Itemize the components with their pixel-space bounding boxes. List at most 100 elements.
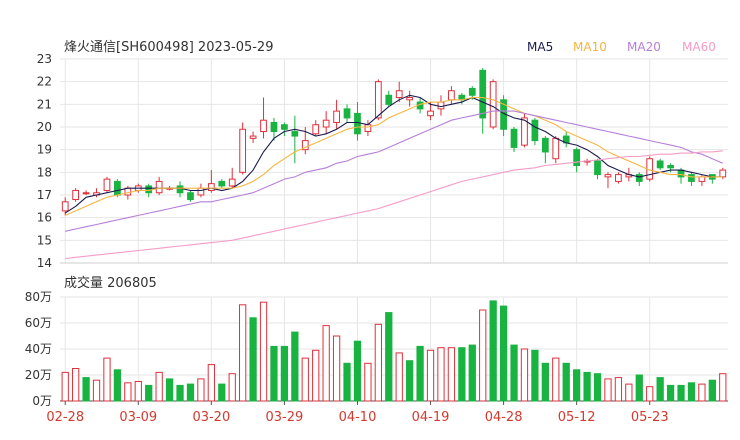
candle-body-down [573, 149, 581, 167]
candle [281, 122, 288, 137]
candle-body-down [468, 87, 476, 96]
volume-tick-label: 40万 [25, 342, 52, 356]
candle [239, 122, 247, 175]
date-tick-label: 05-12 [558, 410, 596, 425]
price-tick-label: 14 [37, 256, 52, 270]
candle-body-up [698, 176, 706, 182]
candle-body-up [427, 110, 434, 117]
candle-body-up [72, 189, 80, 201]
candle-body-up [260, 119, 267, 133]
volume-bar-down [468, 344, 476, 402]
candle [615, 172, 622, 184]
volume-bar-up [197, 378, 205, 402]
candle [437, 95, 445, 116]
candle-body-up [124, 187, 132, 196]
volume-tick-label: 80万 [25, 290, 52, 304]
volume-bar-up [520, 348, 529, 402]
candle-body-down [218, 180, 226, 187]
volume-bar-up [134, 381, 142, 402]
volume-bar-down [353, 340, 362, 402]
candle-body-up [719, 169, 727, 178]
volume-bar-down [489, 300, 497, 402]
volume-bar-down [416, 345, 424, 402]
volume-bar-down [82, 377, 90, 402]
legend-ma60: MA60 [682, 40, 716, 54]
volume-bar-up [61, 371, 69, 402]
candle [635, 172, 643, 186]
price-tick-label: 16 [37, 211, 52, 225]
candle-body-up [489, 81, 497, 128]
volume-bars [61, 300, 727, 402]
candle [489, 79, 497, 130]
volume-bar-up [92, 379, 101, 402]
volume-bar-down [541, 362, 549, 402]
candle [541, 136, 549, 164]
candle [155, 176, 163, 195]
candle [552, 136, 560, 164]
moving-average-lines [64, 94, 724, 260]
volume-bar-down [708, 379, 716, 402]
candle-body-up [228, 178, 236, 187]
volume-bar-down [113, 369, 122, 402]
volume-tick-label: 60万 [25, 316, 52, 330]
price-tick-label: 18 [37, 165, 52, 179]
candle-body-up [374, 81, 382, 119]
volume-bar-up [625, 383, 633, 402]
volume-bar-down [165, 378, 174, 402]
volume-bar-up [426, 349, 435, 402]
candle [583, 158, 591, 166]
volume-bar-up [124, 382, 132, 402]
price-tick-label: 17 [37, 188, 52, 202]
candle-body-up [103, 178, 111, 191]
candle [249, 131, 257, 143]
candle-body-up [615, 174, 622, 182]
candle-body-up [406, 97, 414, 101]
candle [594, 158, 601, 180]
candle [72, 188, 80, 202]
volume-bar-down [677, 384, 685, 402]
candle [448, 86, 455, 105]
volume-bar-up [552, 357, 560, 402]
candle-body-down [385, 94, 393, 105]
ma-legend: MA5 MA10 MA20 MA60 [527, 40, 716, 54]
volume-bar-down [145, 384, 153, 402]
price-tick-label: 21 [37, 97, 52, 111]
volume-bar-up [437, 347, 445, 402]
candle [521, 113, 528, 148]
date-tick-label: 03-20 [192, 410, 230, 425]
candle-body-down [145, 185, 153, 194]
volume-y-axis: 0万 20万 40万 60万 80万 [25, 290, 52, 408]
line-ma60 [65, 150, 723, 260]
volume-bar-down [280, 345, 289, 402]
price-y-axis: 14 15 16 17 18 19 20 21 22 23 [37, 52, 52, 270]
candle-body-up [395, 90, 403, 99]
candle [698, 174, 706, 186]
grid-lines [60, 58, 728, 402]
candle [322, 111, 330, 134]
candle-body-down [187, 192, 194, 201]
candle [531, 117, 539, 146]
candle-body-down [281, 124, 288, 130]
candle-body-up [364, 124, 372, 133]
volume-bar-up [228, 373, 236, 402]
date-tick-label: 04-19 [412, 410, 450, 425]
candle-body-up [604, 174, 612, 178]
volume-bar-up [312, 349, 320, 402]
volume-bar-up [604, 378, 612, 402]
candle [604, 172, 612, 189]
volume-title: 成交量 206805 [64, 275, 157, 291]
chart-title: 烽火通信[SH600498] 2023-05-29 [64, 40, 273, 55]
volume-bar-up [479, 309, 487, 402]
date-axis: 02-28 03-09 03-20 03-29 04-10 04-19 04-28 05-12… [46, 401, 669, 425]
candlestick-series [61, 68, 727, 216]
candle-body-up [322, 119, 330, 128]
candle [688, 172, 695, 186]
stock-chart: 烽火通信[SH600498] 2023-05-29 MA5 MA10 MA20 … [25, 40, 728, 425]
volume-bar-down [186, 383, 195, 402]
candle [228, 167, 236, 189]
volume-bar-up [103, 357, 111, 402]
candle-body-up [437, 101, 445, 110]
date-tick-label: 04-10 [339, 410, 377, 425]
candle-body-up [552, 137, 560, 160]
candle [562, 131, 570, 148]
